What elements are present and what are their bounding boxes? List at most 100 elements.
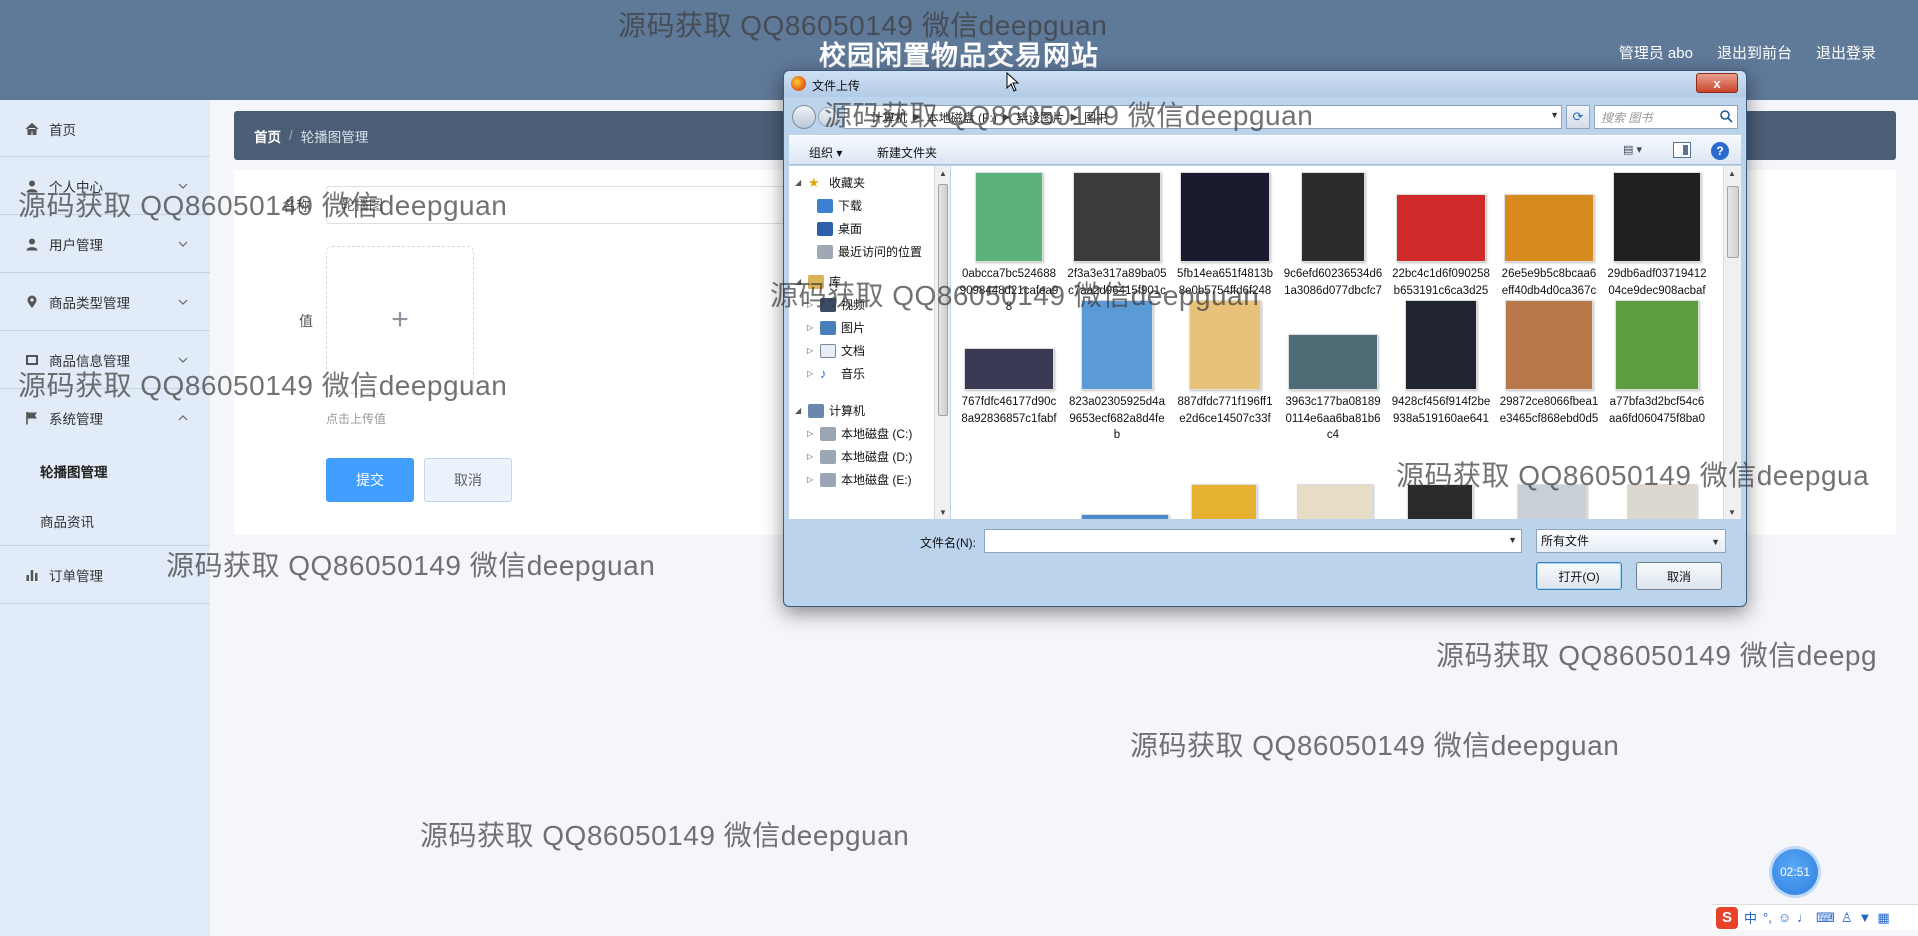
file-item[interactable]: 29872ce8066fbea1e3465cf868ebd0d5 <box>1499 300 1599 427</box>
cancel-button[interactable]: 取消 <box>424 458 512 502</box>
collapse-triangle-icon[interactable]: ▷ <box>807 369 815 378</box>
scroll-thumb[interactable] <box>1727 186 1739 258</box>
scroll-up-icon[interactable]: ▲ <box>935 166 951 180</box>
file-item[interactable]: 5fb14ea651f4813b8e0b5754ffd6f248 <box>1175 172 1275 299</box>
preview-pane-icon[interactable] <box>1673 142 1691 158</box>
expand-triangle-icon[interactable]: ◢ <box>795 406 803 415</box>
tree-music[interactable]: ▷ ♪ 音乐 <box>807 365 865 382</box>
tree-recent[interactable]: 最近访问的位置 <box>817 243 922 260</box>
collapse-triangle-icon[interactable]: ▷ <box>807 475 815 484</box>
scroll-up-icon[interactable]: ▲ <box>1724 166 1740 180</box>
chevron-down-icon[interactable]: ▼ <box>1508 535 1517 545</box>
expand-triangle-icon[interactable]: ◢ <box>795 178 803 187</box>
name-input[interactable]: 轮播图 <box>326 186 786 224</box>
breadcrumb-home[interactable]: 首页 <box>254 126 281 146</box>
forward-arrow-icon[interactable] <box>818 107 838 127</box>
navigation-scrollbar[interactable]: ▲ ▼ <box>934 166 950 519</box>
tree-drive-d[interactable]: ▷ 本地磁盘 (D:) <box>807 448 912 465</box>
help-icon[interactable]: ? <box>1711 142 1729 160</box>
file-thumbnail[interactable] <box>1191 484 1257 519</box>
scroll-down-icon[interactable]: ▼ <box>935 505 951 519</box>
keyboard-icon[interactable]: ⌨ <box>1816 910 1835 926</box>
sidebar-item-profile[interactable]: 个人中心 <box>0 158 210 214</box>
dialog-close-button[interactable]: x <box>1696 73 1738 93</box>
submenu-item-news[interactable]: 商品资讯 <box>40 511 94 531</box>
user-icon[interactable]: ♙ <box>1841 910 1853 926</box>
exit-to-front-link[interactable]: 退出到前台 <box>1717 42 1792 63</box>
tools-icon[interactable]: ▦ <box>1877 910 1889 926</box>
sidebar-item-product-management[interactable]: 商品信息管理 <box>0 332 210 388</box>
submenu-item-carousel[interactable]: 轮播图管理 <box>40 461 108 481</box>
collapse-triangle-icon[interactable]: ▷ <box>807 300 815 309</box>
ime-mode[interactable]: 中 <box>1744 908 1757 927</box>
scroll-down-icon[interactable]: ▼ <box>1724 505 1740 519</box>
sidebar-item-system-management[interactable]: 系统管理 <box>0 390 210 446</box>
scroll-thumb[interactable] <box>938 184 948 416</box>
tree-libraries[interactable]: ◢ 库 <box>795 273 841 290</box>
submit-button[interactable]: 提交 <box>326 458 414 502</box>
tree-favorites[interactable]: ◢ ★ 收藏夹 <box>795 174 865 191</box>
file-thumbnail[interactable] <box>1407 484 1473 519</box>
file-thumbnail[interactable] <box>1297 484 1373 519</box>
collapse-triangle-icon[interactable]: ▷ <box>807 452 815 461</box>
dialog-cancel-button[interactable]: 取消 <box>1636 562 1722 590</box>
address-bar[interactable]: 计算机 ▶ 本地磁盘 (F:) ▶ 毕设图片 ▶ 图书 ▼ <box>844 105 1562 129</box>
organize-button[interactable]: 组织 ▾ <box>809 144 842 161</box>
collapse-triangle-icon[interactable]: ▷ <box>807 323 815 332</box>
sogou-ime-logo[interactable]: S <box>1716 906 1738 929</box>
path-segment[interactable]: 本地磁盘 (F:) <box>927 109 997 126</box>
file-thumbnail[interactable] <box>1627 484 1697 519</box>
tree-drive-e[interactable]: ▷ 本地磁盘 (E:) <box>807 471 912 488</box>
sidebar-item-user-management[interactable]: 用户管理 <box>0 216 210 272</box>
file-item[interactable]: 9c6efd60236534d61a3086d077dbcfc7 <box>1283 172 1383 299</box>
file-item[interactable]: a77bfa3d2bcf54c6aa6fd060475f8ba0 <box>1607 300 1707 427</box>
tree-videos[interactable]: ▷ 视频 <box>807 296 865 313</box>
refresh-icon[interactable]: ⟳ <box>1566 105 1590 129</box>
sidebar-item-home[interactable]: 首页 <box>0 101 210 157</box>
filename-input[interactable]: ▼ <box>984 529 1522 553</box>
file-grid-scrollbar[interactable]: ▲ ▼ <box>1723 166 1741 519</box>
file-item[interactable]: 767fdfc46177d90c8a92836857c1fabf <box>959 348 1059 427</box>
collapse-triangle-icon[interactable]: ▷ <box>807 429 815 438</box>
skin-icon[interactable]: ▼ <box>1859 910 1872 925</box>
sidebar-item-order-management[interactable]: 订单管理 <box>0 547 210 603</box>
file-thumbnail[interactable] <box>1517 484 1587 519</box>
tree-downloads[interactable]: 下载 <box>817 197 862 214</box>
search-icon[interactable] <box>1719 109 1733 123</box>
punctuation-icon[interactable]: °, <box>1763 910 1772 925</box>
new-folder-button[interactable]: 新建文件夹 <box>877 144 937 161</box>
chevron-down-icon[interactable]: ▼ <box>1711 531 1720 553</box>
logout-link[interactable]: 退出登录 <box>1816 42 1876 63</box>
file-item[interactable]: 0abcca7bc5246889098448d21cafea98 <box>959 172 1059 316</box>
dialog-titlebar[interactable]: 文件上传 x <box>784 71 1746 97</box>
file-item[interactable]: 887dfdc771f196ff1e2d6ce14507c33f <box>1175 300 1275 427</box>
back-arrow-icon[interactable] <box>792 105 816 129</box>
file-item[interactable]: 9428cf456f914f2be938a519160ae641 <box>1391 300 1491 427</box>
file-item[interactable]: 29db6adf0371941204ce9dec908acbaf <box>1607 172 1707 299</box>
expand-triangle-icon[interactable]: ◢ <box>795 277 803 286</box>
sidebar-item-category-management[interactable]: 商品类型管理 <box>0 274 210 330</box>
tree-computer[interactable]: ◢ 计算机 <box>795 402 865 419</box>
file-item[interactable]: 3963c177ba081890114e6aa6ba81b6c4 <box>1283 334 1383 444</box>
tree-desktop[interactable]: 桌面 <box>817 220 862 237</box>
file-type-select[interactable]: 所有文件 ▼ <box>1536 529 1726 553</box>
tree-pictures[interactable]: ▷ 图片 <box>807 319 865 336</box>
file-item[interactable]: 22bc4c1d6f090258b653191c6ca3d25e <box>1391 194 1491 316</box>
tree-documents[interactable]: ▷ 文档 <box>807 342 865 359</box>
file-item[interactable]: 823a02305925d4a9653ecf682a8d4feb <box>1067 300 1167 444</box>
collapse-triangle-icon[interactable]: ▷ <box>807 346 815 355</box>
file-item[interactable]: 2f3a3e317a89ba05c7aa2d96415f901c <box>1067 172 1167 299</box>
file-item[interactable]: 26e5e9b5c8bcaa6eff40db4d0ca367c2 <box>1499 194 1599 316</box>
file-thumbnail[interactable] <box>1081 514 1169 519</box>
image-uploader[interactable]: + <box>326 246 474 394</box>
path-segment[interactable]: 毕设图片 <box>1016 109 1064 126</box>
recording-timer[interactable]: 02:51 <box>1772 849 1818 895</box>
chevron-down-icon[interactable]: ▼ <box>1550 110 1559 120</box>
microphone-icon[interactable]: ♩ <box>1797 910 1810 925</box>
path-segment[interactable]: 计算机 <box>871 109 907 126</box>
open-button[interactable]: 打开(O) <box>1536 562 1622 590</box>
view-options-icon[interactable]: ▤ ▾ <box>1623 143 1653 159</box>
path-segment[interactable]: 图书 <box>1084 109 1108 126</box>
emoji-icon[interactable]: ☺ <box>1778 910 1791 925</box>
tree-drive-c[interactable]: ▷ 本地磁盘 (C:) <box>807 425 912 442</box>
